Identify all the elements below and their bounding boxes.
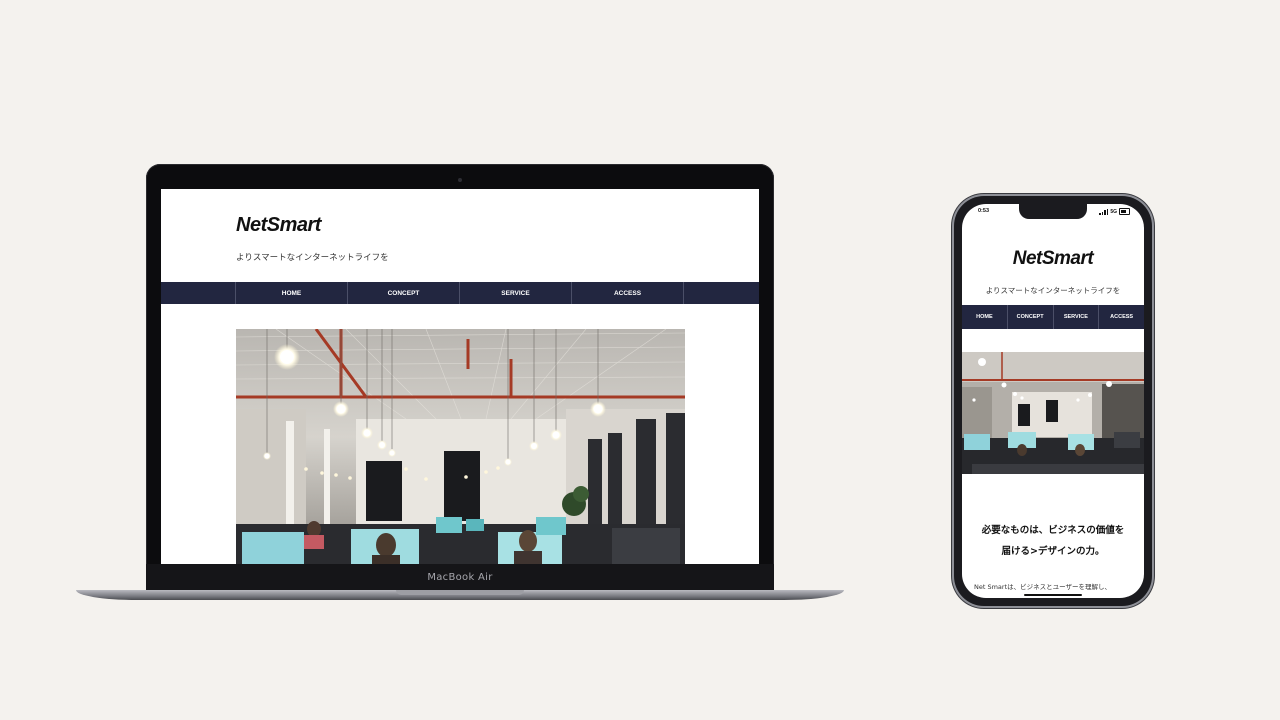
nav-item-home[interactable]: HOME [236, 282, 348, 304]
nav-item-access[interactable]: ACCESS [572, 282, 684, 304]
phone-notch [1019, 204, 1087, 219]
nav-item-home[interactable]: HOME [962, 305, 1008, 329]
content-heading: 必要なものは、ビジネスの価値を 届ける>デザインの力。 [962, 520, 1144, 562]
laptop-base-notch [396, 590, 524, 595]
site-logo[interactable]: NetSmart [236, 214, 321, 237]
nav-item-concept[interactable]: CONCEPT [1008, 305, 1054, 329]
site-nav: HOME CONCEPT SERVICE ACCESS [962, 305, 1144, 329]
heading-line-1: 必要なものは、ビジネスの価値を [981, 525, 1125, 536]
phone-mockup: 0:53 5G NetSmart よりスマートなインターネットライフを HOME… [954, 196, 1152, 606]
nav-item-concept[interactable]: CONCEPT [348, 282, 460, 304]
nav-item-service[interactable]: SERVICE [460, 282, 572, 304]
site-logo[interactable]: NetSmart [962, 248, 1144, 270]
content-body: Net Smartは、ビジネスとユーザーを理解し、 [974, 583, 1112, 591]
laptop-screen: NetSmart よりスマートなインターネットライフを HOME CONCEPT… [161, 189, 759, 564]
battery-icon [1119, 208, 1130, 215]
site-nav: HOME CONCEPT SERVICE ACCESS [161, 282, 759, 304]
heading-line-2: 届ける>デザインの力。 [1001, 546, 1105, 557]
nav-spacer [161, 282, 236, 304]
laptop-lid: NetSmart よりスマートなインターネットライフを HOME CONCEPT… [146, 164, 774, 574]
network-label: 5G [1110, 208, 1117, 215]
status-time: 0:53 [978, 208, 990, 214]
hero-image [962, 352, 1144, 474]
nav-item-access[interactable]: ACCESS [1099, 305, 1144, 329]
office-photo [962, 352, 1144, 474]
signal-icon [1099, 208, 1109, 215]
laptop-hinge: MacBook Air [146, 564, 774, 590]
webcam-icon [458, 178, 462, 182]
laptop-model-label: MacBook Air [427, 572, 493, 583]
site-tagline: よりスマートなインターネットライフを [985, 286, 1121, 295]
office-photo [236, 329, 685, 564]
status-icons: 5G [1099, 208, 1130, 215]
home-indicator[interactable] [1024, 594, 1082, 596]
phone-screen: 0:53 5G NetSmart よりスマートなインターネットライフを HOME… [962, 204, 1144, 598]
site-tagline: よりスマートなインターネットライフを [236, 253, 389, 263]
hero-image [236, 329, 685, 564]
phone-side-button [1152, 296, 1155, 334]
nav-item-service[interactable]: SERVICE [1054, 305, 1100, 329]
